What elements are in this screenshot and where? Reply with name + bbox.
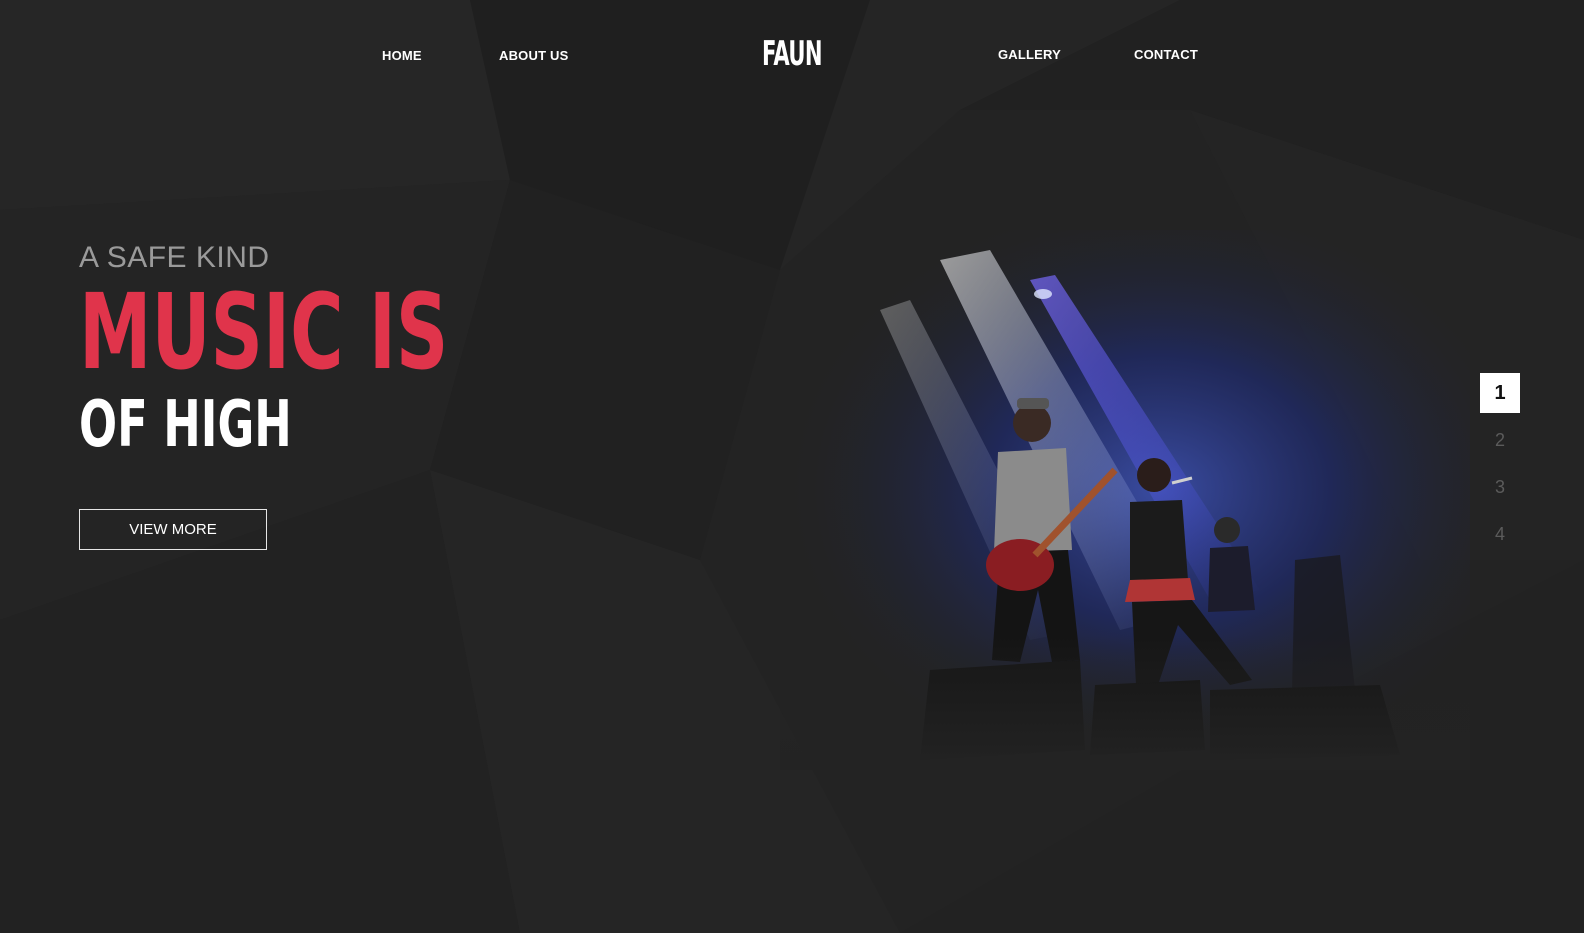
- pager-item-4[interactable]: 4: [1480, 514, 1520, 554]
- nav-about-us[interactable]: ABOUT US: [499, 48, 569, 63]
- nav-home[interactable]: HOME: [382, 48, 422, 63]
- pager-item-2[interactable]: 2: [1480, 420, 1520, 460]
- view-more-button[interactable]: VIEW MORE: [79, 509, 267, 550]
- hero-headline-secondary: OF HIGH: [79, 388, 292, 462]
- slide-pager: 1 2 3 4: [1480, 373, 1520, 561]
- site-logo[interactable]: FAUN: [762, 34, 823, 74]
- hero-headline-primary: MUSIC IS: [79, 271, 449, 393]
- hero-kicker: A SAFE KIND: [79, 241, 270, 274]
- nav-contact[interactable]: CONTACT: [1134, 47, 1198, 62]
- nav-gallery[interactable]: GALLERY: [998, 47, 1061, 62]
- pager-item-3[interactable]: 3: [1480, 467, 1520, 507]
- concert-photo: [780, 230, 1470, 770]
- pager-item-1[interactable]: 1: [1480, 373, 1520, 413]
